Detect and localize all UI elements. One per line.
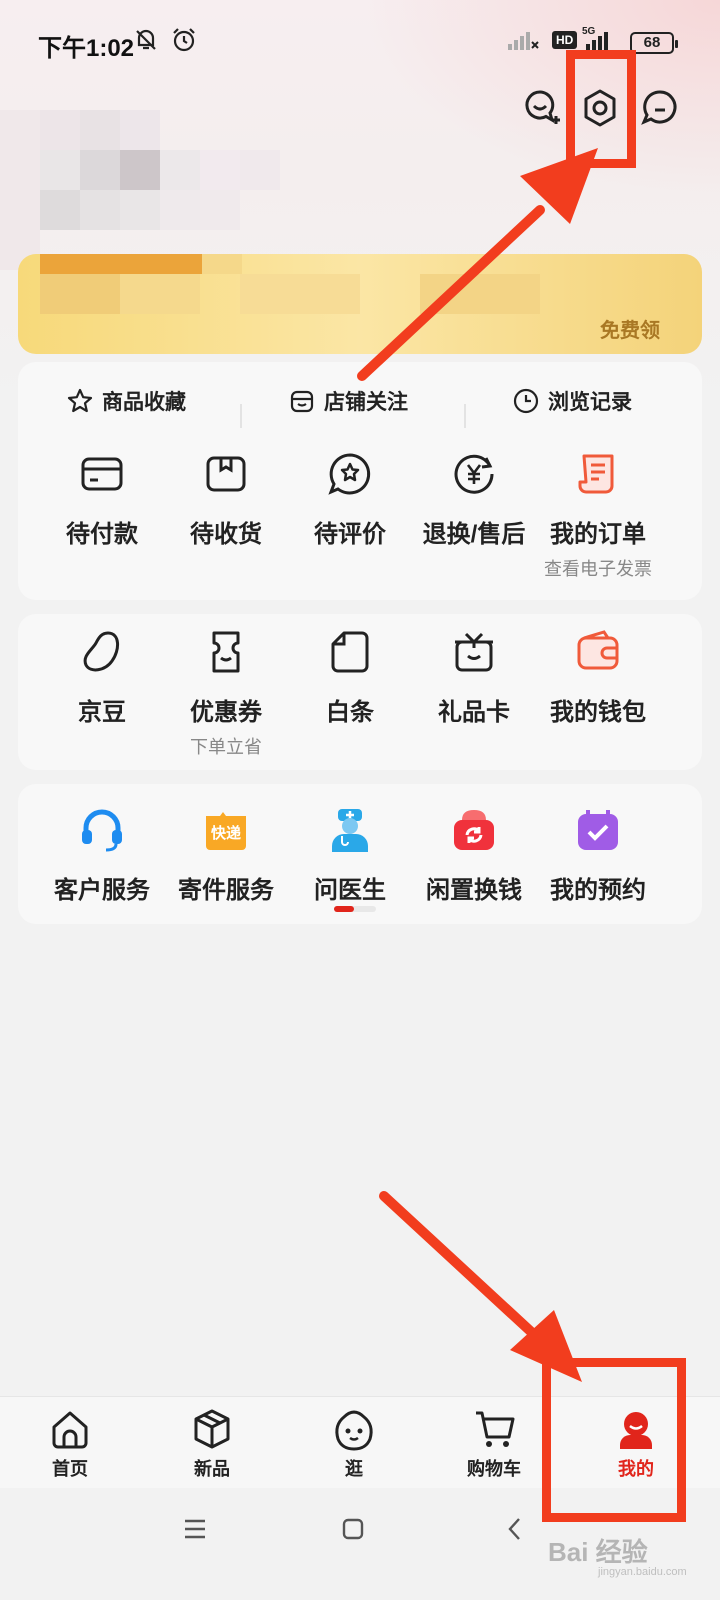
- annotation-arrow-settings: [357, 205, 545, 381]
- annotation-box-mine: [542, 1358, 686, 1522]
- annotation-arrow-mine: [379, 1191, 545, 1345]
- watermark: Bai 经验: [548, 1537, 648, 1567]
- watermark-url: jingyan.baidu.com: [598, 1566, 687, 1578]
